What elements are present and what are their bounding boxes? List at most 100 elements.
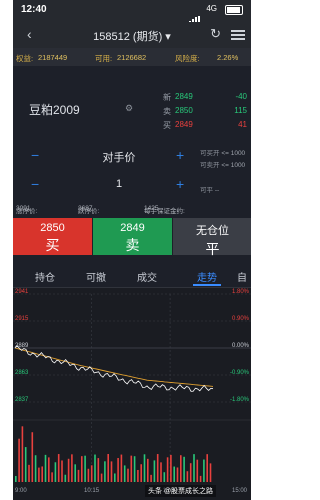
quote-price: 2849 — [175, 120, 193, 129]
volume-bar — [74, 464, 76, 482]
quote-change: 41 — [238, 120, 247, 129]
volume-bar — [51, 472, 53, 482]
sell-price: 2849 — [120, 222, 145, 234]
watermark: 头条 @股票成长之路 — [145, 485, 217, 497]
volume-bar — [48, 457, 50, 482]
y-tick-right: 0.00% — [232, 343, 250, 349]
chart-svg: 2941 1.80%2915 0.90%2889 0.00%2863 -0.90%283… — [13, 289, 251, 494]
volume-bar — [186, 471, 189, 482]
volume-bar — [127, 468, 129, 482]
price-minus-button[interactable]: − — [31, 147, 39, 163]
volume-bar — [97, 458, 100, 482]
can-flat-label: 可平 — [200, 187, 213, 194]
volume-bar — [18, 438, 20, 482]
phone-screen: 12:40 4G ‹ 158512 (期货) ▾ ↻ 权益: 2187449 可… — [13, 0, 251, 500]
contract-name[interactable]: 豆粕2009 — [29, 101, 80, 118]
volume-bar — [24, 447, 27, 482]
limit-down-value: 2687 — [78, 205, 93, 212]
nav-bar: ‹ 158512 (期货) ▾ ↻ — [13, 22, 251, 48]
can-buy-open: 可买开 <= 1000 — [200, 147, 245, 157]
price-chart: 2941 1.80% 2915 0.90% 2889 0.00% 2863 -0.90% 283… — [13, 288, 251, 500]
volume-bar — [28, 464, 30, 482]
price-mode[interactable]: 对手价 — [69, 149, 169, 165]
network-label: 4G — [206, 4, 217, 13]
price-line — [14, 345, 214, 392]
risk-label: 风险度: — [175, 54, 200, 63]
quote-label: 新 — [163, 93, 171, 102]
qty-plus-button[interactable]: + — [176, 176, 184, 192]
volume-bar — [84, 455, 86, 482]
can-sell-open: 可卖开 <= 1000 — [200, 159, 245, 169]
refresh-icon[interactable]: ↻ — [210, 26, 221, 42]
x-tick-label: 10:15 — [84, 488, 100, 494]
y-tick-right: 0.90% — [232, 316, 250, 322]
volume-bar — [143, 454, 146, 482]
tab-positions[interactable]: 持仓 — [35, 269, 55, 284]
volume-bar — [133, 456, 136, 482]
volume-bar — [140, 464, 142, 482]
volume-bar — [117, 458, 119, 482]
tab-trend[interactable]: 走势 — [197, 269, 217, 284]
volume-bar — [64, 474, 67, 482]
volume-bar — [87, 468, 90, 482]
volume-bar — [90, 465, 93, 482]
volume-bar — [147, 458, 149, 482]
price-row: − 对手价 + 可买开 <= 1000 可卖开 <= 1000 — [13, 147, 251, 169]
volume-bar — [137, 469, 139, 482]
volume-bar — [156, 454, 159, 482]
status-time: 12:40 — [21, 4, 47, 15]
quote-price: 2849 — [175, 92, 193, 101]
volume-bar — [150, 474, 152, 482]
volume-bar — [123, 465, 126, 482]
volume-bar — [176, 467, 179, 482]
y-tick-left: 2915 — [15, 316, 29, 322]
qty-minus-button[interactable]: − — [31, 176, 39, 192]
qty-row: − 1 + 可平 -- — [13, 176, 251, 196]
volume-bar — [71, 454, 73, 482]
y-tick-right: 1.80% — [232, 289, 250, 295]
quote-change: -40 — [235, 92, 247, 101]
volume-bar — [57, 454, 60, 482]
tab-cancelable[interactable]: 可撤 — [86, 269, 106, 284]
average-line — [14, 347, 214, 387]
avail-label: 可用: — [95, 54, 113, 63]
y-tick-left: 2863 — [15, 370, 29, 376]
volume-bar — [94, 454, 96, 482]
volume-bar — [31, 432, 34, 482]
tab-underline — [193, 284, 221, 286]
battery-icon — [225, 5, 243, 15]
y-tick-left: 2941 — [15, 289, 29, 295]
volume-bar — [203, 459, 205, 482]
volume-bar — [120, 454, 123, 482]
volume-bar — [189, 463, 192, 482]
price-plus-button[interactable]: + — [176, 147, 184, 163]
can-flat: 可平 -- — [200, 184, 219, 194]
status-bar: 12:40 4G — [13, 0, 251, 24]
volume-bar — [61, 460, 63, 482]
volume-bar — [100, 473, 103, 482]
tab-more[interactable]: 自 — [237, 269, 247, 284]
volume-bar — [173, 466, 175, 482]
volume-bar — [196, 459, 199, 482]
tab-fills[interactable]: 成交 — [137, 269, 157, 284]
y-tick-right: -0.90% — [230, 370, 250, 376]
volume-bar — [110, 461, 113, 482]
can-sell-open-label: 可卖开 — [200, 162, 220, 169]
qty-input[interactable]: 1 — [69, 178, 169, 190]
volume-bar — [54, 462, 57, 482]
volume-bar — [153, 460, 156, 482]
volume-bar — [209, 463, 212, 482]
settings-icon[interactable]: ⚙ — [125, 103, 133, 114]
flat-label: 平 — [205, 241, 220, 257]
menu-icon[interactable] — [231, 30, 245, 40]
sell-button[interactable]: 2849 卖 — [93, 218, 172, 255]
y-tick-left: 2837 — [15, 397, 29, 403]
volume-bar — [130, 455, 133, 482]
flat-button[interactable]: 无仓位 平 — [173, 218, 251, 257]
equity-value: 2187449 — [38, 53, 68, 62]
volume-bar — [41, 466, 43, 482]
buy-button[interactable]: 2850 买 — [13, 218, 92, 255]
signal-icon — [189, 6, 203, 24]
volume-bar — [160, 462, 162, 482]
can-buy-open-value: <= 1000 — [221, 150, 246, 157]
